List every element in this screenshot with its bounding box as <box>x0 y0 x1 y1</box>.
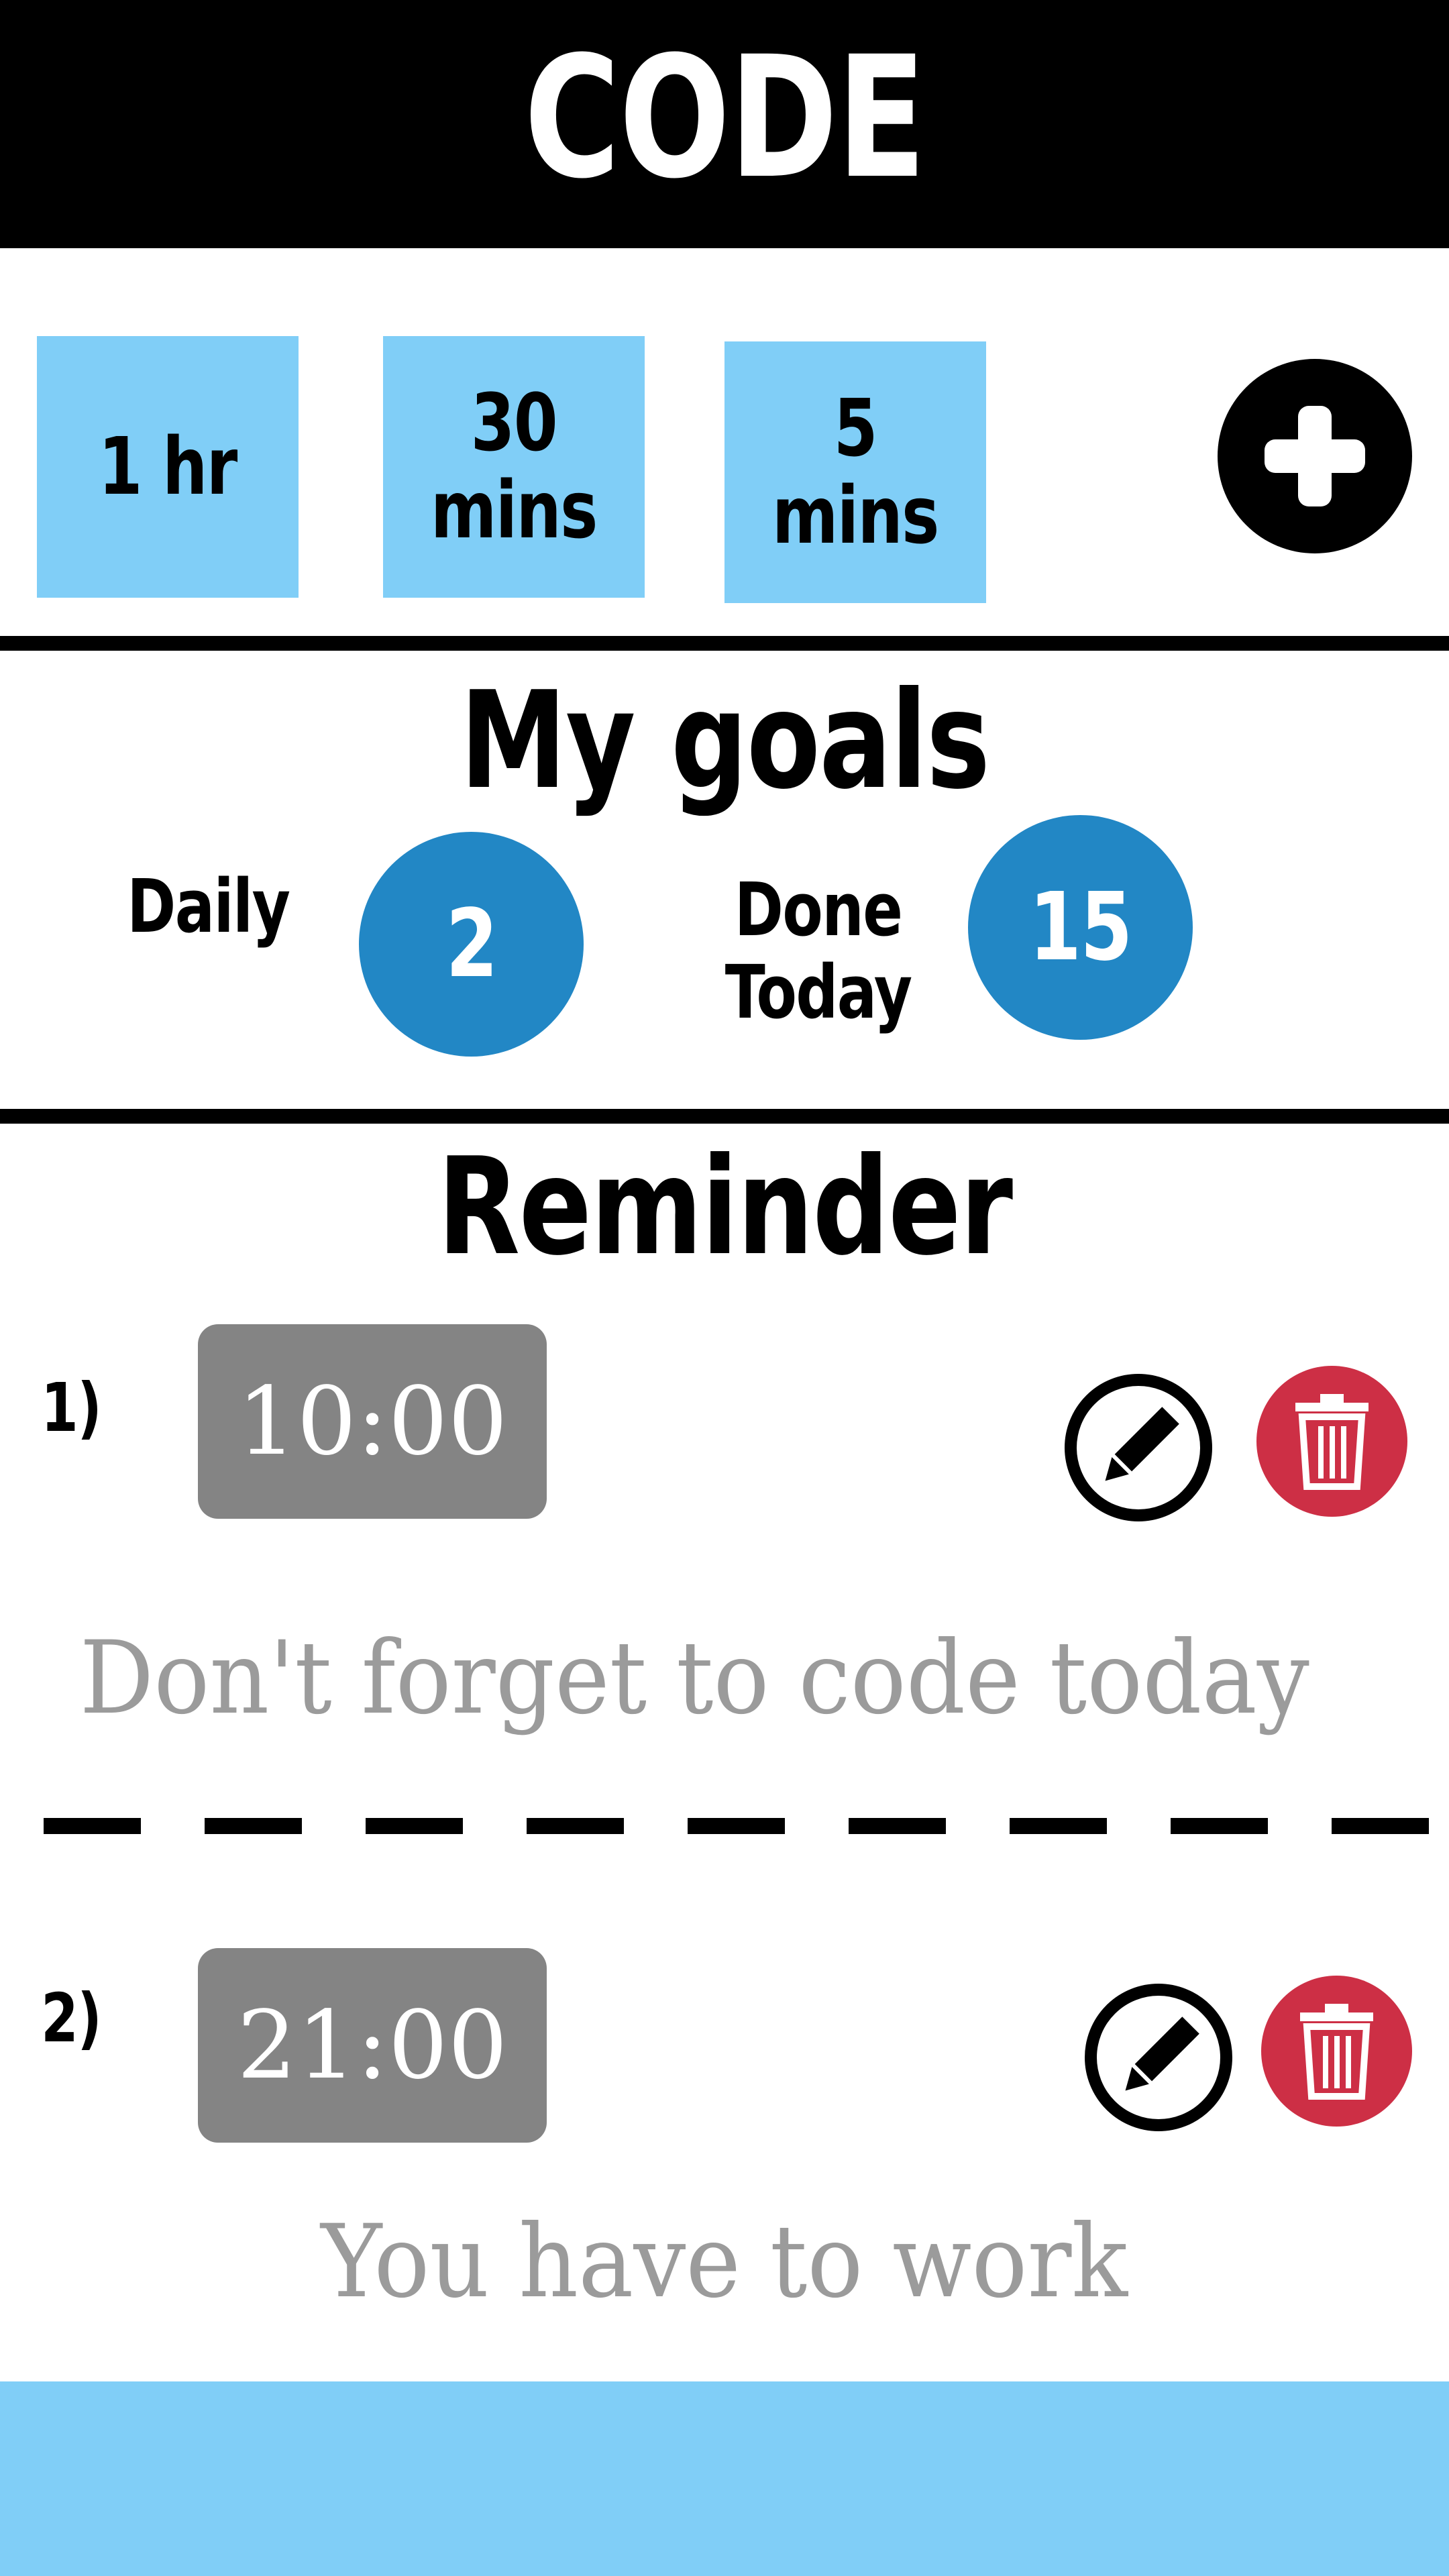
daily-goal-value: 2 <box>359 832 584 1057</box>
preset-5-mins-button[interactable]: 5 mins <box>724 341 986 603</box>
add-button[interactable] <box>1218 359 1412 553</box>
reminder-1-time[interactable]: 10:00 <box>198 1324 547 1519</box>
trash-icon <box>1300 2004 1373 2100</box>
section-divider <box>0 1109 1449 1124</box>
preset-30-mins-button[interactable]: 30 mins <box>383 336 645 598</box>
reminder-title: Reminder <box>437 1129 1013 1285</box>
app-title: CODE <box>524 19 926 215</box>
done-today-label: Done Today <box>725 867 912 1036</box>
reminder-1-delete-button[interactable] <box>1256 1366 1407 1517</box>
reminder-2-time[interactable]: 21:00 <box>198 1948 547 2143</box>
reminder-1-edit-button[interactable] <box>1065 1374 1212 1521</box>
preset-1-hr-button[interactable]: 1 hr <box>37 336 299 598</box>
reminder-2-delete-button[interactable] <box>1261 1976 1412 2127</box>
bottom-bar <box>0 2381 1449 2576</box>
app-header: CODE <box>0 0 1449 248</box>
trash-icon <box>1295 1394 1368 1490</box>
done-today-value: 15 <box>968 815 1193 1040</box>
reminder-2-edit-button[interactable] <box>1085 1984 1232 2131</box>
pencil-icon <box>1125 2017 1199 2091</box>
reminder-1-message: Don't forget to code today <box>79 1620 1309 1737</box>
pencil-icon <box>1105 1407 1179 1481</box>
reminder-divider <box>44 1818 1442 1834</box>
reminder-2-message: You have to work <box>321 2204 1128 2320</box>
reminder-1-number: 1) <box>41 1368 102 1447</box>
reminder-2-number: 2) <box>41 1979 102 2057</box>
section-divider <box>0 636 1449 651</box>
daily-goal-label: Daily <box>126 863 290 949</box>
plus-icon <box>1265 406 1365 506</box>
goals-title: My goals <box>460 663 991 819</box>
